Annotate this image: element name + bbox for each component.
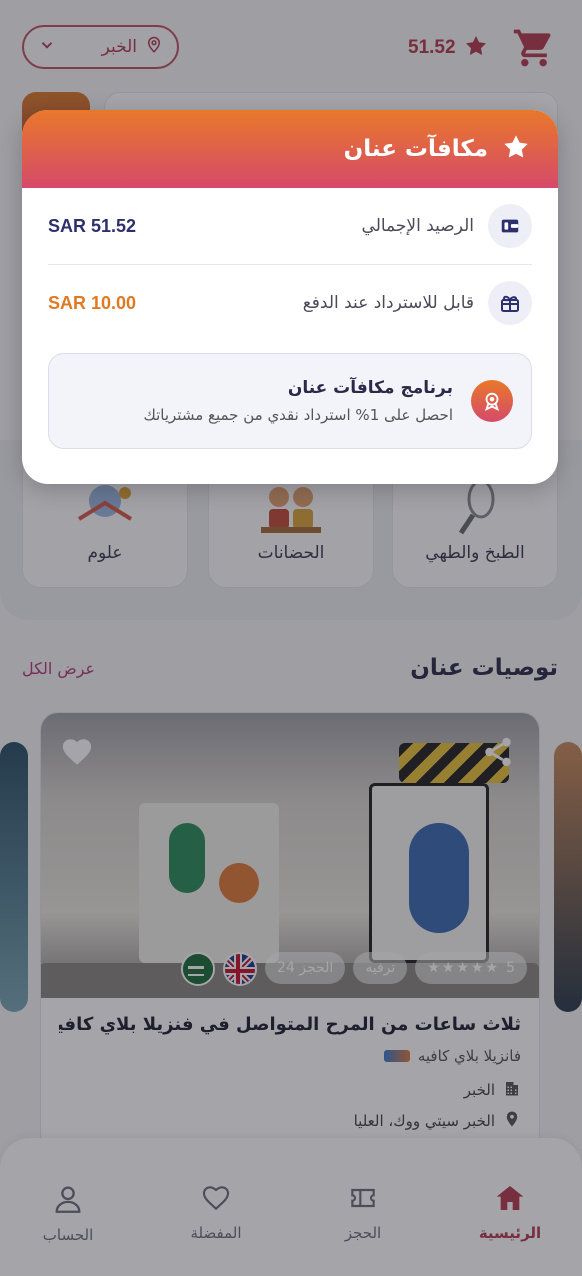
total-balance-row: الرصيد الإجمالي SAR 51.52	[48, 188, 532, 264]
award-badge-icon	[471, 380, 513, 422]
total-balance-value: SAR 51.52	[48, 215, 137, 236]
refundable-value: SAR 10.00	[48, 292, 137, 313]
star-icon	[502, 133, 530, 165]
wallet-icon	[488, 204, 532, 248]
rewards-program-box: برنامج مكافآت عنان احصل على 1% استرداد ن…	[48, 353, 532, 449]
gift-icon	[488, 281, 532, 325]
rewards-modal: مكافآت عنان الرصيد الإجمالي SAR 51.52 قا…	[22, 110, 558, 484]
program-title: برنامج مكافآت عنان	[287, 378, 453, 398]
refundable-row: قابل للاسترداد عند الدفع SAR 10.00	[48, 265, 532, 341]
modal-title: مكافآت عنان	[343, 136, 488, 162]
refundable-label: قابل للاسترداد عند الدفع	[302, 293, 474, 313]
modal-header: مكافآت عنان	[22, 110, 558, 188]
program-description: احصل على 1% استرداد نقدي من جميع مشتريات…	[143, 406, 453, 424]
total-balance-label: الرصيد الإجمالي	[361, 216, 474, 236]
